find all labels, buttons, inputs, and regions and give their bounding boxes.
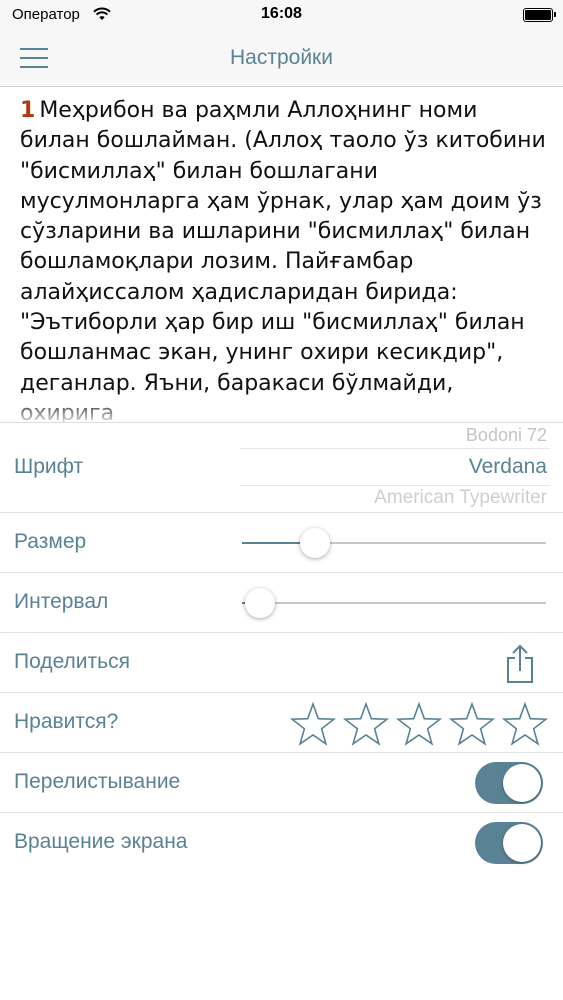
size-label: Размер bbox=[14, 530, 87, 553]
status-bar: Оператор 16:08 bbox=[0, 0, 563, 30]
verse-number: 1 bbox=[20, 98, 36, 123]
verse-paragraph: 1 Меҳрибон ва раҳмли Аллоҳнинг номи билан… bbox=[20, 96, 549, 422]
size-slider-thumb[interactable] bbox=[299, 528, 330, 558]
page-title: Настройки bbox=[230, 46, 333, 69]
clock: 16:08 bbox=[261, 5, 302, 22]
star-outline-icon[interactable] bbox=[448, 701, 496, 747]
spacing-slider-thumb[interactable] bbox=[245, 588, 276, 618]
settings-panel: Шрифт Bodoni 72 Verdana American Typewri… bbox=[0, 422, 563, 1000]
swipe-setting-row: Перелистывание bbox=[0, 753, 563, 813]
star-outline-icon[interactable] bbox=[395, 701, 443, 747]
swipe-toggle[interactable] bbox=[475, 762, 543, 804]
text-fade-overlay bbox=[0, 398, 563, 422]
font-option-selected[interactable]: Verdana bbox=[469, 455, 547, 479]
rotation-toggle[interactable] bbox=[475, 822, 543, 864]
rotation-setting-row: Вращение экрана bbox=[0, 813, 563, 873]
verse-body: Меҳрибон ва раҳмли Аллоҳнинг номи билан … bbox=[20, 98, 546, 422]
swipe-label: Перелистывание bbox=[14, 770, 181, 793]
share-label: Поделиться bbox=[14, 650, 130, 673]
battery-icon bbox=[523, 8, 556, 22]
star-outline-icon[interactable] bbox=[342, 701, 390, 747]
navigation-bar: Настройки bbox=[0, 30, 563, 87]
rate-label: Нравится? bbox=[14, 710, 119, 733]
spacing-slider[interactable] bbox=[242, 588, 546, 618]
font-option-next[interactable]: American Typewriter bbox=[374, 487, 547, 509]
spacing-label: Интервал bbox=[14, 590, 109, 613]
rating-setting-row: Нравится? bbox=[0, 693, 563, 753]
font-option-prev[interactable]: Bodoni 72 bbox=[466, 425, 547, 446]
size-slider[interactable] bbox=[242, 528, 546, 558]
star-outline-icon[interactable] bbox=[501, 701, 549, 747]
font-picker[interactable]: Bodoni 72 Verdana American Typewriter bbox=[240, 423, 550, 513]
font-label: Шрифт bbox=[14, 455, 84, 478]
rating-stars[interactable] bbox=[284, 701, 549, 747]
verse-text-area: 1 Меҳрибон ва раҳмли Аллоҳнинг номи билан… bbox=[0, 88, 563, 422]
share-setting-row[interactable]: Поделиться bbox=[0, 633, 563, 693]
size-setting-row: Размер bbox=[0, 513, 563, 573]
rotation-label: Вращение экрана bbox=[14, 830, 188, 853]
spacing-setting-row: Интервал bbox=[0, 573, 563, 633]
star-outline-icon[interactable] bbox=[289, 701, 337, 747]
share-icon[interactable] bbox=[505, 644, 535, 684]
font-setting-row: Шрифт Bodoni 72 Verdana American Typewri… bbox=[0, 423, 563, 513]
